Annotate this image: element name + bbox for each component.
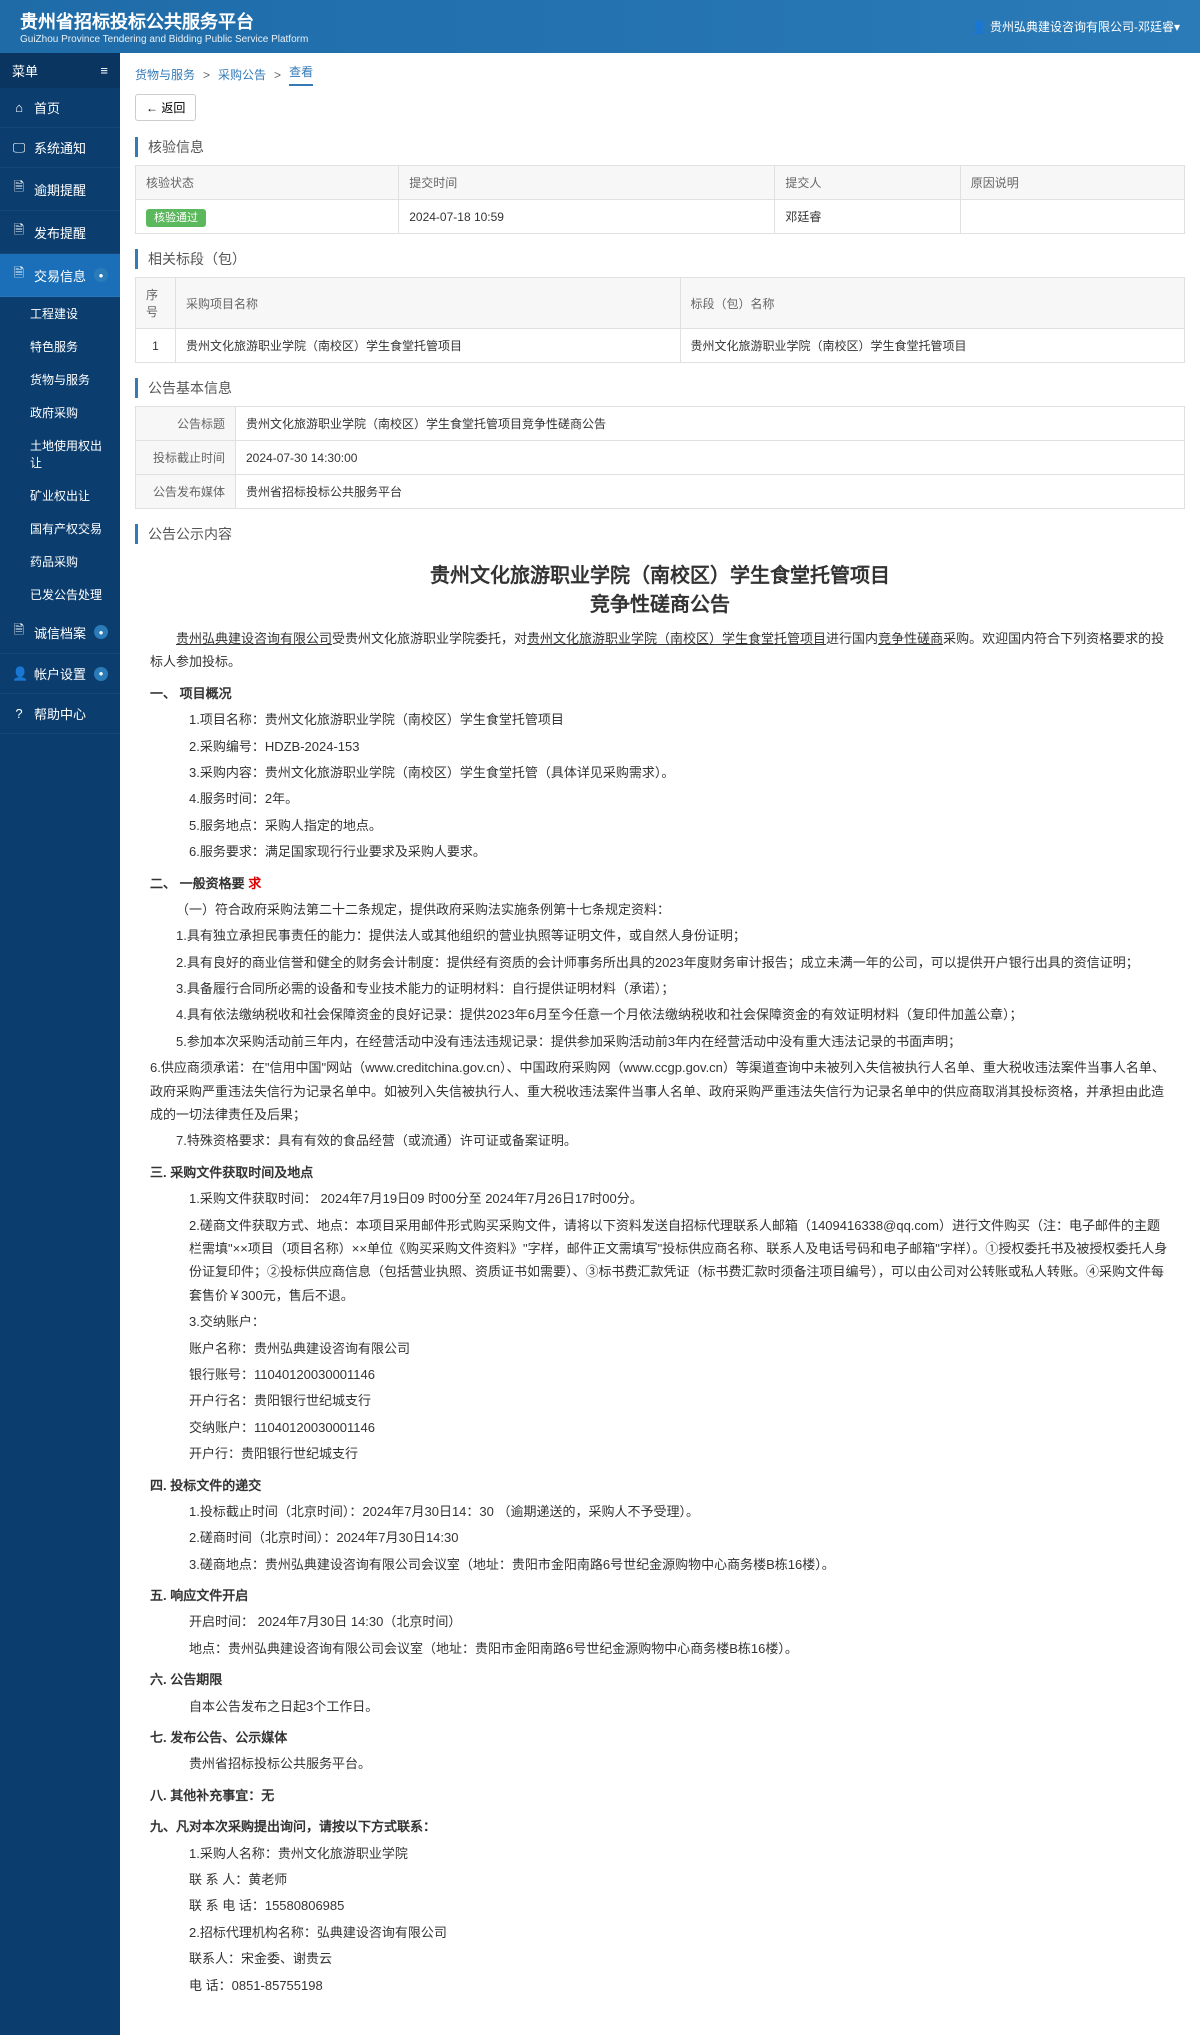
sidebar: 菜单 ≡ ⌂首页 🖵系统通知 🗎逾期提醒 🗎发布提醒 🗎交易信息 工程建设 特色… (0, 53, 120, 2035)
submenu-construction[interactable]: 工程建设 (0, 297, 120, 330)
section-panel-title: 相关标段（包） (135, 249, 1185, 269)
user-icon: 👤 (12, 666, 26, 682)
submenu-gov[interactable]: 政府采购 (0, 396, 120, 429)
menu-trade-info[interactable]: 🗎交易信息 (0, 254, 120, 297)
notice-title: 贵州文化旅游职业学院（南校区）学生食堂托管项目竞争性磋商公告 (135, 559, 1185, 617)
submenu-special[interactable]: 特色服务 (0, 330, 120, 363)
menu-header: 菜单 ≡ (0, 53, 120, 88)
verify-table: 核验状态 提交时间 提交人 原因说明 核验通过 2024-07-18 10:59… (135, 165, 1185, 234)
verify-reason (960, 200, 1184, 234)
menu-credit[interactable]: 🗎诚信档案 (0, 611, 120, 654)
section-table: 序号 采购项目名称 标段（包）名称 1 贵州文化旅游职业学院（南校区）学生食堂托… (135, 277, 1185, 363)
basic-panel-title: 公告基本信息 (135, 378, 1185, 398)
doc-icon: 🗎 (12, 621, 26, 643)
submenu-land[interactable]: 土地使用权出让 (0, 429, 120, 479)
basic-table: 公告标题贵州文化旅游职业学院（南校区）学生食堂托管项目竞争性磋商公告 投标截止时… (135, 406, 1185, 509)
verify-panel-title: 核验信息 (135, 137, 1185, 157)
app-subtitle: GuiZhou Province Tendering and Bidding P… (20, 34, 308, 45)
notice-panel-title: 公告公示内容 (135, 524, 1185, 544)
home-icon: ⌂ (12, 100, 26, 115)
submenu-mining[interactable]: 矿业权出让 (0, 479, 120, 512)
verify-status-badge: 核验通过 (146, 209, 206, 227)
breadcrumb-item[interactable]: 货物与服务 (135, 66, 195, 83)
submenu-goods[interactable]: 货物与服务 (0, 363, 120, 396)
help-icon: ? (12, 706, 26, 721)
menu-overdue[interactable]: 🗎逾期提醒 (0, 168, 120, 211)
app-title: 贵州省招标投标公共服务平台 (20, 8, 308, 34)
notice-body: 贵州弘典建设咨询有限公司受贵州文化旅游职业学院委托，对贵州文化旅游职业学院（南校… (135, 627, 1185, 2020)
breadcrumb: 货物与服务 > 采购公告 > 查看 (120, 53, 1200, 86)
user-dropdown[interactable]: 贵州弘典建设咨询有限公司-邓廷睿▾ (972, 18, 1180, 35)
menu-system-notice[interactable]: 🖵系统通知 (0, 128, 120, 168)
submenu-published[interactable]: 已发公告处理 (0, 578, 120, 611)
verify-person: 邓廷睿 (775, 200, 960, 234)
menu-account[interactable]: 👤帐户设置 (0, 654, 120, 694)
breadcrumb-item[interactable]: 采购公告 (218, 66, 266, 83)
menu-help[interactable]: ?帮助中心 (0, 694, 120, 734)
doc-icon: 🗎 (12, 221, 26, 243)
verify-time: 2024-07-18 10:59 (399, 200, 775, 234)
table-row: 1 贵州文化旅游职业学院（南校区）学生食堂托管项目 贵州文化旅游职业学院（南校区… (136, 329, 1185, 363)
breadcrumb-current: 查看 (289, 63, 313, 86)
back-button[interactable]: ← 返回 (135, 94, 196, 121)
doc-icon: 🗎 (12, 264, 26, 286)
submenu-drug[interactable]: 药品采购 (0, 545, 120, 578)
main-content: 货物与服务 > 采购公告 > 查看 ← 返回 核验信息 核验状态 提交时间 提交… (120, 53, 1200, 2035)
doc-icon: 🗎 (12, 178, 26, 200)
monitor-icon: 🖵 (12, 140, 26, 156)
menu-home[interactable]: ⌂首页 (0, 88, 120, 128)
submenu-property[interactable]: 国有产权交易 (0, 512, 120, 545)
menu-publish-remind[interactable]: 🗎发布提醒 (0, 211, 120, 254)
app-header: 贵州省招标投标公共服务平台 GuiZhou Province Tendering… (0, 0, 1200, 53)
menu-collapse-icon[interactable]: ≡ (100, 63, 108, 78)
